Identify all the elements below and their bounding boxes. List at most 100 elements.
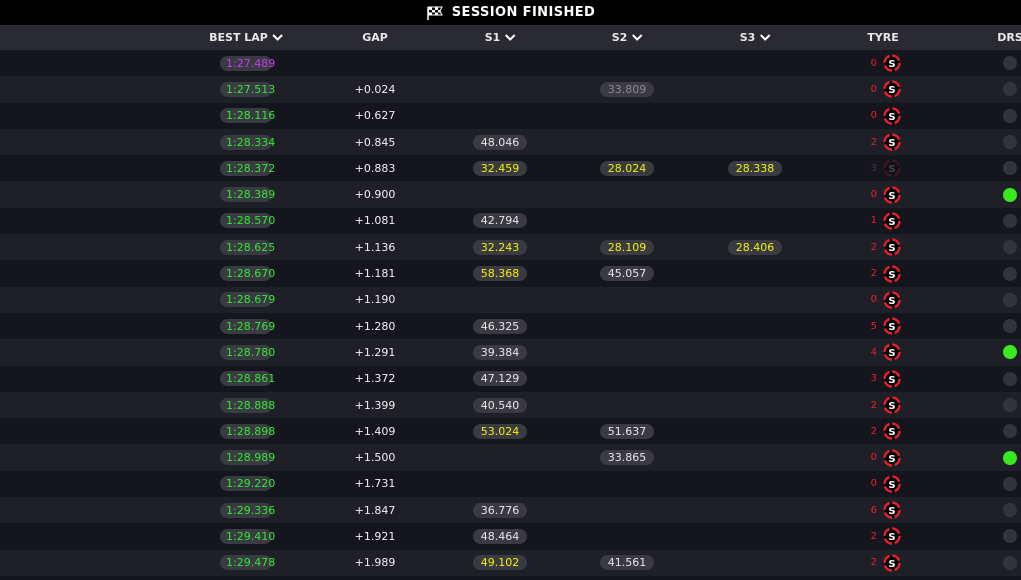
tyre-cell: 0S bbox=[865, 103, 901, 129]
gap-cell: +1.921 bbox=[354, 529, 396, 543]
tyre-cell: 0S bbox=[865, 181, 901, 207]
best-lap-time: 1:27.513 bbox=[220, 81, 275, 97]
gap-label: GAP bbox=[362, 31, 388, 44]
soft-tyre-icon: S bbox=[883, 159, 901, 178]
tyre-age: 1 bbox=[870, 215, 877, 227]
soft-tyre-icon: S bbox=[883, 291, 901, 309]
table-row[interactable]: 1:29.220 +1.731 0 S bbox=[0, 470, 1021, 498]
gap-cell: +0.627 bbox=[354, 109, 396, 123]
table-row[interactable]: 1:28.989 +1.500 33.865 0 S bbox=[0, 444, 1021, 471]
table-row[interactable]: 1:28.372 +0.883 32.459 28.024 28.338 3 S bbox=[0, 155, 1021, 182]
tyre-cell: 4S bbox=[865, 339, 901, 365]
s2-time: 28.109 bbox=[600, 239, 654, 255]
tyre-age: 5 bbox=[870, 320, 877, 332]
best-lap-time: 1:28.780 bbox=[220, 344, 275, 360]
tyre-compound-letter: S bbox=[888, 453, 895, 464]
drs-indicator bbox=[1003, 213, 1017, 228]
best-lap-cell: 1:29.410 bbox=[220, 523, 275, 549]
s1-cell: 42.794 bbox=[473, 208, 527, 234]
table-row[interactable]: 1:28.389 +0.900 0 S bbox=[0, 181, 1021, 208]
column-header-s1[interactable]: S1 bbox=[485, 25, 516, 50]
column-header-s2[interactable]: S2 bbox=[612, 25, 643, 50]
tyre-compound-letter: S bbox=[888, 480, 895, 491]
best-lap-cell: 1:28.116 bbox=[220, 103, 275, 129]
drs-cell bbox=[1003, 550, 1017, 576]
tyre-age: 0 bbox=[870, 294, 877, 306]
drs-indicator bbox=[1003, 292, 1017, 307]
table-row[interactable]: 1:28.861 +1.372 47.129 3 S bbox=[0, 365, 1021, 392]
table-row[interactable]: 1:29.336 +1.847 36.776 6 S bbox=[0, 497, 1021, 524]
gap-cell: +1.181 bbox=[354, 267, 396, 281]
best-lap-time: 1:28.989 bbox=[220, 450, 275, 466]
tyre-cell: 1S bbox=[865, 208, 901, 234]
checkered-flag-icon bbox=[427, 6, 443, 20]
s1-cell: 49.102 bbox=[473, 550, 527, 576]
timing-table-header: BEST LAP GAP S1 S2 S3 TYRE DRS bbox=[0, 25, 1021, 50]
table-row[interactable]: 1:27.489 0 S bbox=[0, 50, 1021, 77]
tyre-cell: 2S bbox=[865, 260, 901, 286]
tyre-compound-letter: S bbox=[888, 217, 895, 228]
tyre-age: 0 bbox=[870, 110, 877, 122]
drs-indicator bbox=[1003, 240, 1017, 255]
column-header-best-lap[interactable]: BEST LAP bbox=[209, 25, 283, 50]
table-row[interactable]: 1:29.478 +1.989 49.102 41.561 2 S bbox=[0, 549, 1021, 576]
best-lap-time: 1:27.489 bbox=[220, 55, 275, 71]
table-row[interactable]: 1:28.780 +1.291 39.384 4 S bbox=[0, 339, 1021, 366]
tyre-compound-letter: S bbox=[888, 506, 895, 517]
tyre-age: 6 bbox=[870, 504, 877, 516]
table-row[interactable]: 1:28.888 +1.399 40.540 2 S bbox=[0, 391, 1021, 419]
s2-cell: 28.109 bbox=[600, 234, 654, 260]
drs-cell bbox=[1003, 76, 1017, 102]
gap-cell: +0.845 bbox=[354, 135, 396, 149]
gap-cell: +1.081 bbox=[354, 214, 396, 228]
best-lap-time: 1:29.410 bbox=[220, 528, 275, 544]
table-row[interactable]: 1:28.116 +0.627 0 S bbox=[0, 102, 1021, 129]
table-row[interactable]: 1:28.570 +1.081 42.794 1 S bbox=[0, 207, 1021, 235]
best-lap-time: 1:29.220 bbox=[220, 476, 275, 492]
soft-tyre-icon: S bbox=[883, 80, 901, 99]
tyre-cell: 3S bbox=[865, 155, 901, 181]
best-lap-time: 1:29.336 bbox=[220, 502, 275, 518]
s1-cell: 48.464 bbox=[473, 523, 527, 549]
drs-indicator bbox=[1003, 266, 1017, 281]
tyre-age: 2 bbox=[870, 530, 877, 542]
table-row[interactable]: 1:28.670 +1.181 58.368 45.057 2 S bbox=[0, 260, 1021, 287]
tyre-age: 2 bbox=[870, 268, 877, 280]
best-lap-time: 1:28.769 bbox=[220, 318, 275, 334]
gap-cell: +1.731 bbox=[354, 477, 396, 491]
s1-cell: 32.459 bbox=[473, 155, 527, 181]
s3-label: S3 bbox=[739, 31, 756, 44]
tyre-age: 2 bbox=[870, 136, 877, 148]
table-row[interactable]: 1:27.513 +0.024 33.809 0 S bbox=[0, 76, 1021, 103]
drs-indicator bbox=[1003, 371, 1017, 386]
soft-tyre-icon: S bbox=[883, 264, 901, 283]
tyre-cell: 2S bbox=[865, 234, 901, 260]
table-row[interactable]: 1:28.679 +1.190 0 S bbox=[0, 286, 1021, 313]
best-lap-time: 1:28.625 bbox=[220, 239, 275, 255]
s2-time: 41.561 bbox=[600, 555, 654, 571]
s2-cell: 51.637 bbox=[600, 418, 654, 444]
table-row[interactable]: 1:28.625 +1.136 32.243 28.109 28.406 2 S bbox=[0, 234, 1021, 261]
tyre-compound-letter: S bbox=[888, 296, 895, 307]
s1-cell: 47.129 bbox=[473, 366, 527, 392]
tyre-age: 0 bbox=[870, 57, 877, 69]
column-header-s3[interactable]: S3 bbox=[740, 25, 771, 50]
gap-cell: +0.024 bbox=[354, 82, 396, 96]
tyre-age: 2 bbox=[870, 425, 877, 437]
tyre-compound-letter: S bbox=[888, 243, 895, 254]
soft-tyre-icon: S bbox=[883, 238, 901, 256]
s3-cell: 28.338 bbox=[728, 155, 782, 181]
best-lap-time: 1:28.679 bbox=[220, 292, 275, 308]
tyre-cell: 2S bbox=[865, 550, 901, 576]
s1-time: 32.459 bbox=[473, 160, 527, 176]
table-row[interactable]: 1:29.410 +1.921 48.464 2 S bbox=[0, 523, 1021, 550]
table-row[interactable]: 1:28.769 +1.280 46.325 5 S bbox=[0, 312, 1021, 340]
s1-time: 49.102 bbox=[473, 555, 527, 571]
tyre-compound-letter: S bbox=[888, 164, 895, 175]
drs-indicator bbox=[1003, 56, 1017, 71]
gap-cell: +1.500 bbox=[354, 451, 396, 465]
table-row[interactable]: 1:28.334 +0.845 48.046 2 S bbox=[0, 128, 1021, 156]
table-row[interactable]: 1:28.898 +1.409 53.024 51.637 2 S bbox=[0, 418, 1021, 445]
gap-cell: +1.989 bbox=[354, 556, 396, 570]
tyre-age: 0 bbox=[870, 189, 877, 201]
